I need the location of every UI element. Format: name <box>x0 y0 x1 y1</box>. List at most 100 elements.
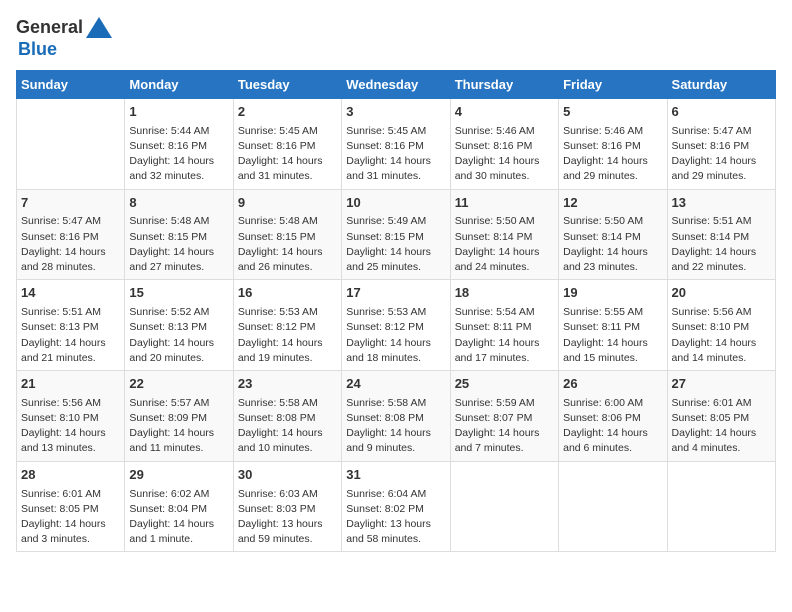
calendar-cell: 30 Sunrise: 6:03 AM Sunset: 8:03 PM Dayli… <box>233 461 341 552</box>
day-number: 5 <box>563 103 662 122</box>
day-number: 7 <box>21 194 120 213</box>
calendar-day-header: Saturday <box>667 70 775 98</box>
day-info: Sunrise: 6:00 AM Sunset: 8:06 PM Dayligh… <box>563 396 662 457</box>
day-info: Sunrise: 5:50 AM Sunset: 8:14 PM Dayligh… <box>455 214 554 275</box>
logo: General Blue <box>16 16 113 60</box>
calendar-cell: 4 Sunrise: 5:46 AM Sunset: 8:16 PM Daylig… <box>450 98 558 189</box>
calendar-cell: 2Sunrise: 5:45 AM Sunset: 8:16 PM Daylig… <box>233 98 341 189</box>
day-info: Sunrise: 5:59 AM Sunset: 8:07 PM Dayligh… <box>455 396 554 457</box>
calendar-day-header: Thursday <box>450 70 558 98</box>
day-info: Sunrise: 5:46 AM Sunset: 8:16 PM Dayligh… <box>563 124 662 185</box>
calendar-day-header: Sunday <box>17 70 125 98</box>
day-number: 3 <box>346 103 445 122</box>
day-info: Sunrise: 5:54 AM Sunset: 8:11 PM Dayligh… <box>455 305 554 366</box>
calendar-day-header: Tuesday <box>233 70 341 98</box>
calendar-cell: 14Sunrise: 5:51 AM Sunset: 8:13 PM Dayli… <box>17 280 125 371</box>
calendar-week-row: 14Sunrise: 5:51 AM Sunset: 8:13 PM Dayli… <box>17 280 776 371</box>
calendar-week-row: 7Sunrise: 5:47 AM Sunset: 8:16 PM Daylig… <box>17 189 776 280</box>
calendar-cell: 11Sunrise: 5:50 AM Sunset: 8:14 PM Dayli… <box>450 189 558 280</box>
day-number: 14 <box>21 284 120 303</box>
logo-text-general: General <box>16 18 83 38</box>
calendar-cell: 9Sunrise: 5:48 AM Sunset: 8:15 PM Daylig… <box>233 189 341 280</box>
day-info: Sunrise: 5:53 AM Sunset: 8:12 PM Dayligh… <box>346 305 445 366</box>
day-info: Sunrise: 6:03 AM Sunset: 8:03 PM Dayligh… <box>238 487 337 548</box>
calendar-cell: 1 Sunrise: 5:44 AM Sunset: 8:16 PM Daylig… <box>125 98 233 189</box>
day-number: 13 <box>672 194 771 213</box>
calendar-cell: 10Sunrise: 5:49 AM Sunset: 8:15 PM Dayli… <box>342 189 450 280</box>
day-info: Sunrise: 5:44 AM Sunset: 8:16 PM Dayligh… <box>129 124 228 185</box>
calendar-cell: 15 Sunrise: 5:52 AM Sunset: 8:13 PM Dayli… <box>125 280 233 371</box>
day-number: 25 <box>455 375 554 394</box>
calendar-cell <box>17 98 125 189</box>
calendar-cell: 22 Sunrise: 5:57 AM Sunset: 8:09 PM Dayli… <box>125 370 233 461</box>
calendar-cell: 28Sunrise: 6:01 AM Sunset: 8:05 PM Dayli… <box>17 461 125 552</box>
calendar-cell: 3 Sunrise: 5:45 AM Sunset: 8:16 PM Daylig… <box>342 98 450 189</box>
day-info: Sunrise: 5:56 AM Sunset: 8:10 PM Dayligh… <box>21 396 120 457</box>
calendar-day-header: Wednesday <box>342 70 450 98</box>
day-info: Sunrise: 5:55 AM Sunset: 8:11 PM Dayligh… <box>563 305 662 366</box>
calendar-cell: 27 Sunrise: 6:01 AM Sunset: 8:05 PM Dayli… <box>667 370 775 461</box>
day-number: 10 <box>346 194 445 213</box>
day-info: Sunrise: 5:57 AM Sunset: 8:09 PM Dayligh… <box>129 396 228 457</box>
calendar-week-row: 21 Sunrise: 5:56 AM Sunset: 8:10 PM Dayli… <box>17 370 776 461</box>
day-number: 11 <box>455 194 554 213</box>
calendar-cell: 31Sunrise: 6:04 AM Sunset: 8:02 PM Dayli… <box>342 461 450 552</box>
day-info: Sunrise: 6:02 AM Sunset: 8:04 PM Dayligh… <box>129 487 228 548</box>
day-number: 21 <box>21 375 120 394</box>
day-number: 16 <box>238 284 337 303</box>
calendar-cell: 16 Sunrise: 5:53 AM Sunset: 8:12 PM Dayli… <box>233 280 341 371</box>
calendar-week-row: 1 Sunrise: 5:44 AM Sunset: 8:16 PM Daylig… <box>17 98 776 189</box>
day-number: 15 <box>129 284 228 303</box>
page-header: General Blue <box>16 16 776 60</box>
calendar-day-header: Monday <box>125 70 233 98</box>
day-number: 12 <box>563 194 662 213</box>
day-number: 29 <box>129 466 228 485</box>
day-number: 19 <box>563 284 662 303</box>
day-info: Sunrise: 5:46 AM Sunset: 8:16 PM Dayligh… <box>455 124 554 185</box>
calendar-cell: 26 Sunrise: 6:00 AM Sunset: 8:06 PM Dayli… <box>559 370 667 461</box>
calendar-cell: 23 Sunrise: 5:58 AM Sunset: 8:08 PM Dayli… <box>233 370 341 461</box>
day-info: Sunrise: 5:45 AM Sunset: 8:16 PM Dayligh… <box>238 124 337 185</box>
logo-icon <box>85 16 113 40</box>
calendar-cell: 12Sunrise: 5:50 AM Sunset: 8:14 PM Dayli… <box>559 189 667 280</box>
calendar-cell: 19 Sunrise: 5:55 AM Sunset: 8:11 PM Dayli… <box>559 280 667 371</box>
day-number: 30 <box>238 466 337 485</box>
calendar-cell: 6Sunrise: 5:47 AM Sunset: 8:16 PM Daylig… <box>667 98 775 189</box>
day-info: Sunrise: 5:52 AM Sunset: 8:13 PM Dayligh… <box>129 305 228 366</box>
day-number: 31 <box>346 466 445 485</box>
calendar-cell <box>667 461 775 552</box>
day-info: Sunrise: 5:49 AM Sunset: 8:15 PM Dayligh… <box>346 214 445 275</box>
day-info: Sunrise: 6:01 AM Sunset: 8:05 PM Dayligh… <box>672 396 771 457</box>
day-number: 26 <box>563 375 662 394</box>
day-number: 24 <box>346 375 445 394</box>
day-info: Sunrise: 5:47 AM Sunset: 8:16 PM Dayligh… <box>672 124 771 185</box>
day-info: Sunrise: 5:45 AM Sunset: 8:16 PM Dayligh… <box>346 124 445 185</box>
day-number: 8 <box>129 194 228 213</box>
day-number: 4 <box>455 103 554 122</box>
day-info: Sunrise: 5:56 AM Sunset: 8:10 PM Dayligh… <box>672 305 771 366</box>
day-info: Sunrise: 5:50 AM Sunset: 8:14 PM Dayligh… <box>563 214 662 275</box>
day-number: 23 <box>238 375 337 394</box>
day-number: 9 <box>238 194 337 213</box>
day-number: 27 <box>672 375 771 394</box>
calendar-cell: 25 Sunrise: 5:59 AM Sunset: 8:07 PM Dayli… <box>450 370 558 461</box>
day-info: Sunrise: 5:47 AM Sunset: 8:16 PM Dayligh… <box>21 214 120 275</box>
day-info: Sunrise: 6:01 AM Sunset: 8:05 PM Dayligh… <box>21 487 120 548</box>
day-info: Sunrise: 5:48 AM Sunset: 8:15 PM Dayligh… <box>129 214 228 275</box>
day-info: Sunrise: 5:48 AM Sunset: 8:15 PM Dayligh… <box>238 214 337 275</box>
calendar-cell <box>450 461 558 552</box>
calendar-cell <box>559 461 667 552</box>
calendar-cell: 21 Sunrise: 5:56 AM Sunset: 8:10 PM Dayli… <box>17 370 125 461</box>
calendar-cell: 29 Sunrise: 6:02 AM Sunset: 8:04 PM Dayli… <box>125 461 233 552</box>
calendar-cell: 5 Sunrise: 5:46 AM Sunset: 8:16 PM Daylig… <box>559 98 667 189</box>
day-info: Sunrise: 5:53 AM Sunset: 8:12 PM Dayligh… <box>238 305 337 366</box>
day-number: 22 <box>129 375 228 394</box>
calendar-cell: 7Sunrise: 5:47 AM Sunset: 8:16 PM Daylig… <box>17 189 125 280</box>
calendar-cell: 24Sunrise: 5:58 AM Sunset: 8:08 PM Dayli… <box>342 370 450 461</box>
calendar-cell: 20Sunrise: 5:56 AM Sunset: 8:10 PM Dayli… <box>667 280 775 371</box>
day-number: 1 <box>129 103 228 122</box>
calendar-table: SundayMondayTuesdayWednesdayThursdayFrid… <box>16 70 776 553</box>
calendar-cell: 13Sunrise: 5:51 AM Sunset: 8:14 PM Dayli… <box>667 189 775 280</box>
day-info: Sunrise: 5:58 AM Sunset: 8:08 PM Dayligh… <box>238 396 337 457</box>
logo-text-blue: Blue <box>18 40 113 60</box>
